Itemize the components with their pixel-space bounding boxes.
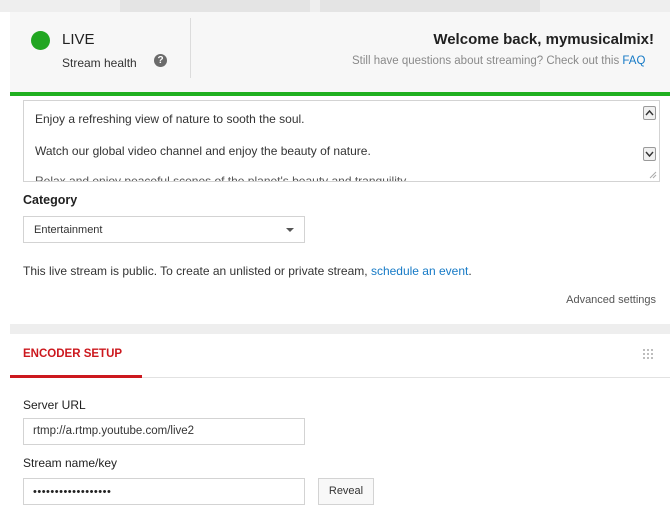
top-tab-shadow bbox=[120, 0, 310, 12]
faq-hint: Still have questions about streaming? Ch… bbox=[352, 55, 670, 67]
privacy-note-text: This live stream is public. To create an… bbox=[23, 264, 371, 278]
schedule-event-link[interactable]: schedule an event bbox=[371, 264, 468, 278]
tab-active-underline bbox=[10, 375, 142, 378]
advanced-settings-link[interactable]: Advanced settings bbox=[566, 294, 656, 306]
stream-health-link[interactable]: Stream health bbox=[62, 56, 137, 70]
faq-link[interactable]: FAQ bbox=[622, 55, 645, 67]
description-line: Enjoy a refreshing view of nature to soo… bbox=[35, 112, 305, 126]
faq-hint-text: Still have questions about streaming? Ch… bbox=[352, 55, 623, 67]
reveal-button[interactable]: Reveal bbox=[318, 478, 374, 505]
drag-grid-icon[interactable] bbox=[642, 348, 654, 360]
stream-status-header: LIVE Stream health ? Welcome back, mymus… bbox=[10, 12, 670, 92]
tab-encoder-setup[interactable]: ENCODER SETUP bbox=[23, 348, 122, 360]
dropdown-caret-icon bbox=[286, 228, 294, 232]
scroll-down-arrow-icon[interactable] bbox=[643, 147, 656, 161]
description-line: Relax and enjoy peaceful scenes of the p… bbox=[35, 174, 409, 182]
help-icon[interactable]: ? bbox=[154, 54, 167, 67]
category-label: Category bbox=[23, 193, 78, 207]
resize-grip-icon[interactable] bbox=[649, 171, 657, 179]
description-textarea[interactable]: Enjoy a refreshing view of nature to soo… bbox=[23, 100, 660, 182]
stream-key-field[interactable]: •••••••••••••••••• bbox=[23, 478, 305, 505]
top-tab-strip bbox=[0, 0, 670, 12]
live-status-label: LIVE bbox=[62, 31, 95, 48]
privacy-note: This live stream is public. To create an… bbox=[23, 264, 472, 278]
welcome-message: Welcome back, mymusicalmix! bbox=[433, 31, 654, 48]
category-select[interactable]: Entertainment bbox=[23, 216, 305, 243]
live-status-indicator bbox=[31, 31, 50, 50]
server-url-field[interactable]: rtmp://a.rtmp.youtube.com/live2 bbox=[23, 418, 305, 445]
top-tab-shadow bbox=[320, 0, 540, 12]
server-url-label: Server URL bbox=[23, 398, 86, 412]
privacy-note-suffix: . bbox=[468, 264, 472, 278]
section-separator bbox=[10, 324, 670, 334]
stream-health-bar bbox=[10, 92, 670, 96]
scroll-up-arrow-icon[interactable] bbox=[643, 106, 656, 120]
header-divider bbox=[190, 18, 191, 78]
category-selected-value: Entertainment bbox=[34, 224, 103, 236]
stream-key-label: Stream name/key bbox=[23, 456, 118, 470]
description-line: Watch our global video channel and enjoy… bbox=[35, 144, 371, 158]
